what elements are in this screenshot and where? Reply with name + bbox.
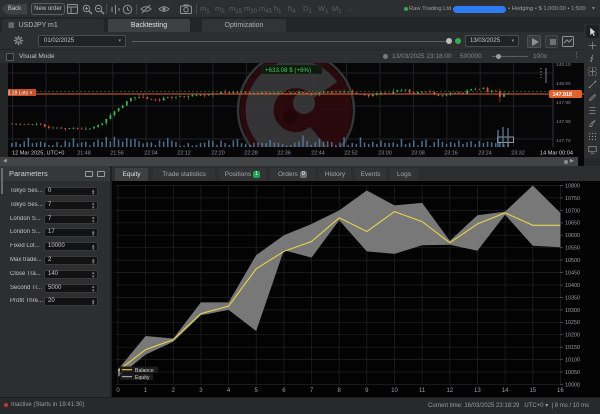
svg-text:10150: 10150 bbox=[565, 345, 580, 351]
svg-text:10450: 10450 bbox=[565, 270, 580, 276]
svg-text:Equity: Equity bbox=[135, 375, 150, 381]
svg-text:10550: 10550 bbox=[565, 246, 580, 252]
svg-text:12: 12 bbox=[446, 388, 453, 394]
svg-text:3.18 Lots ×: 3.18 Lots × bbox=[8, 90, 32, 96]
svg-text:16: 16 bbox=[557, 388, 564, 394]
svg-text:10200: 10200 bbox=[565, 333, 580, 339]
svg-text:13: 13 bbox=[474, 388, 481, 394]
svg-text:10050: 10050 bbox=[565, 370, 580, 376]
svg-text:14: 14 bbox=[502, 388, 509, 394]
svg-text:Balance: Balance bbox=[135, 368, 154, 374]
svg-text:22:36: 22:36 bbox=[277, 151, 291, 157]
svg-text:10800: 10800 bbox=[565, 183, 580, 189]
svg-text:10750: 10750 bbox=[565, 196, 580, 202]
svg-text:22:52: 22:52 bbox=[344, 151, 358, 157]
svg-text:22:12: 22:12 bbox=[177, 151, 191, 157]
svg-text:10350: 10350 bbox=[565, 295, 580, 301]
svg-text:147.70: 147.70 bbox=[556, 138, 571, 144]
svg-text:21:48: 21:48 bbox=[77, 151, 91, 157]
svg-text:10600: 10600 bbox=[565, 233, 580, 239]
svg-text:22:44: 22:44 bbox=[311, 151, 325, 157]
svg-text:10300: 10300 bbox=[565, 308, 580, 314]
svg-text:23:00: 23:00 bbox=[378, 151, 392, 157]
svg-text:147.918: 147.918 bbox=[553, 92, 573, 98]
svg-text:10100: 10100 bbox=[565, 358, 580, 364]
svg-text:10250: 10250 bbox=[565, 320, 580, 326]
svg-text:148.00: 148.00 bbox=[556, 81, 571, 87]
svg-text:23:16: 23:16 bbox=[444, 151, 458, 157]
svg-text:147.80: 147.80 bbox=[556, 119, 571, 125]
svg-text:22:20: 22:20 bbox=[211, 151, 225, 157]
svg-text:23:08: 23:08 bbox=[411, 151, 425, 157]
svg-text:10: 10 bbox=[391, 388, 398, 394]
svg-text:10000: 10000 bbox=[565, 382, 580, 388]
svg-text:23:24: 23:24 bbox=[478, 151, 492, 157]
svg-text:15: 15 bbox=[529, 388, 536, 394]
svg-text:23:32: 23:32 bbox=[511, 151, 525, 157]
svg-text:148.10: 148.10 bbox=[556, 63, 571, 68]
svg-text:11: 11 bbox=[419, 388, 426, 394]
svg-text:10650: 10650 bbox=[565, 221, 580, 227]
svg-text:14 Mar 00:04: 14 Mar 00:04 bbox=[540, 151, 573, 157]
svg-text:10700: 10700 bbox=[565, 208, 580, 214]
svg-text:22:28: 22:28 bbox=[244, 151, 258, 157]
svg-text:10400: 10400 bbox=[565, 283, 580, 289]
svg-text:+633.08 $ (+6%): +633.08 $ (+6%) bbox=[265, 67, 311, 74]
svg-text:10500: 10500 bbox=[565, 258, 580, 264]
svg-text:147.90: 147.90 bbox=[556, 100, 571, 106]
svg-text:22:04: 22:04 bbox=[144, 151, 158, 157]
svg-text:12 Mar 2025, UTC+0: 12 Mar 2025, UTC+0 bbox=[12, 151, 64, 157]
svg-text:21:56: 21:56 bbox=[110, 151, 124, 157]
